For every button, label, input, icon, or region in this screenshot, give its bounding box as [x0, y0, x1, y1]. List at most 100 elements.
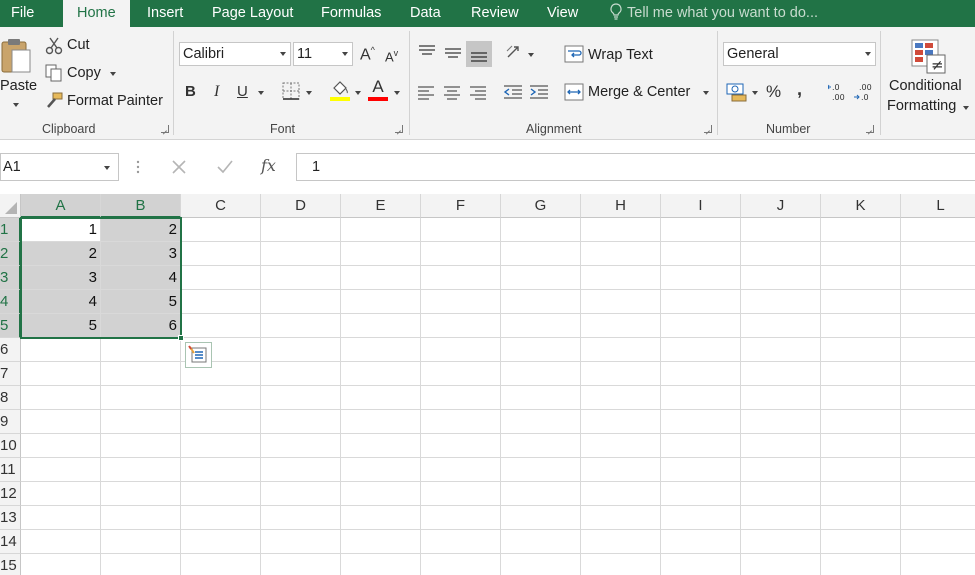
cell-j2[interactable]	[741, 242, 821, 266]
cell-j3[interactable]	[741, 266, 821, 290]
tell-me-search[interactable]: Tell me what you want to do...	[609, 0, 818, 27]
cell-g14[interactable]	[501, 530, 581, 554]
cell-d11[interactable]	[261, 458, 341, 482]
cell-h14[interactable]	[581, 530, 661, 554]
cell-a8[interactable]	[21, 386, 101, 410]
cell-b10[interactable]	[101, 434, 181, 458]
cell-a6[interactable]	[21, 338, 101, 362]
cell-d9[interactable]	[261, 410, 341, 434]
column-header[interactable]: H	[581, 194, 661, 218]
column-header[interactable]: K	[821, 194, 901, 218]
cell-a10[interactable]	[21, 434, 101, 458]
tab-page-layout[interactable]: Page Layout	[212, 0, 293, 27]
wrap-text-button[interactable]: Wrap Text	[588, 47, 653, 63]
grow-font-button[interactable]: A^	[360, 45, 375, 64]
worksheet-grid[interactable]: A B C D E F G H I J K L 1 1 2 2 2 3 3 3 4 4 4 5 5 5 6 6 7 8 9 10 11 12 13 1…	[0, 194, 975, 575]
column-header[interactable]: D	[261, 194, 341, 218]
confirm-entry-icon[interactable]	[216, 159, 234, 178]
cell-k13[interactable]	[821, 506, 901, 530]
cell-g1[interactable]	[501, 218, 581, 242]
row-header[interactable]: 8	[0, 386, 21, 410]
cell-d5[interactable]	[261, 314, 341, 338]
cell-f7[interactable]	[421, 362, 501, 386]
italic-button[interactable]: I	[214, 83, 219, 101]
cell-j15[interactable]	[741, 554, 821, 575]
accounting-format-icon[interactable]	[726, 81, 748, 106]
cell-i8[interactable]	[661, 386, 741, 410]
align-top-icon[interactable]	[417, 44, 437, 63]
quick-analysis-button[interactable]	[185, 342, 212, 368]
row-header[interactable]: 11	[0, 458, 21, 482]
borders-dropdown-icon[interactable]	[306, 91, 312, 95]
cell-e2[interactable]	[341, 242, 421, 266]
align-bottom-icon[interactable]	[466, 41, 492, 67]
cell-c4[interactable]	[181, 290, 261, 314]
cell-g2[interactable]	[501, 242, 581, 266]
decrease-decimal-icon[interactable]: .00.0	[853, 82, 873, 105]
cell-h8[interactable]	[581, 386, 661, 410]
bold-button[interactable]: B	[185, 83, 196, 100]
cell-i15[interactable]	[661, 554, 741, 575]
format-painter-button[interactable]: Format Painter	[67, 93, 163, 109]
cell-h15[interactable]	[581, 554, 661, 575]
insert-function-icon[interactable]: fx	[261, 156, 276, 175]
underline-button[interactable]: U	[237, 83, 248, 100]
cell-f2[interactable]	[421, 242, 501, 266]
cell-f4[interactable]	[421, 290, 501, 314]
cell-a5[interactable]: 5	[21, 314, 101, 338]
tab-insert[interactable]: Insert	[147, 0, 183, 27]
row-header[interactable]: 9	[0, 410, 21, 434]
cell-b2[interactable]: 3	[101, 242, 181, 266]
cell-e15[interactable]	[341, 554, 421, 575]
cell-d4[interactable]	[261, 290, 341, 314]
cell-l9[interactable]	[901, 410, 975, 434]
cell-a9[interactable]	[21, 410, 101, 434]
cell-a3[interactable]: 3	[21, 266, 101, 290]
cell-b9[interactable]	[101, 410, 181, 434]
cell-i4[interactable]	[661, 290, 741, 314]
cell-k5[interactable]	[821, 314, 901, 338]
alignment-launcher-icon[interactable]	[704, 125, 712, 133]
cell-b11[interactable]	[101, 458, 181, 482]
cell-a1[interactable]: 1	[21, 218, 101, 242]
row-header[interactable]: 5	[0, 314, 21, 338]
column-header[interactable]: L	[901, 194, 975, 218]
formula-input[interactable]: 1	[296, 153, 975, 181]
cell-b1[interactable]: 2	[101, 218, 181, 242]
column-header[interactable]: F	[421, 194, 501, 218]
cell-h10[interactable]	[581, 434, 661, 458]
cell-b8[interactable]	[101, 386, 181, 410]
cell-h1[interactable]	[581, 218, 661, 242]
cell-f5[interactable]	[421, 314, 501, 338]
cell-j6[interactable]	[741, 338, 821, 362]
merge-center-button[interactable]: Merge & Center	[588, 84, 690, 100]
cell-e12[interactable]	[341, 482, 421, 506]
align-middle-icon[interactable]	[443, 44, 463, 63]
cell-i11[interactable]	[661, 458, 741, 482]
cell-e4[interactable]	[341, 290, 421, 314]
decrease-indent-icon[interactable]	[503, 85, 523, 104]
cell-f15[interactable]	[421, 554, 501, 575]
cell-b7[interactable]	[101, 362, 181, 386]
column-header[interactable]: E	[341, 194, 421, 218]
row-header[interactable]: 4	[0, 290, 21, 314]
font-launcher-icon[interactable]	[395, 125, 403, 133]
cell-c1[interactable]	[181, 218, 261, 242]
cell-i7[interactable]	[661, 362, 741, 386]
cell-i9[interactable]	[661, 410, 741, 434]
tab-formulas[interactable]: Formulas	[321, 0, 381, 27]
cell-f8[interactable]	[421, 386, 501, 410]
font-color-dropdown-icon[interactable]	[394, 91, 400, 95]
tab-data[interactable]: Data	[410, 0, 441, 27]
cell-d8[interactable]	[261, 386, 341, 410]
borders-icon[interactable]	[282, 82, 300, 103]
cell-h6[interactable]	[581, 338, 661, 362]
row-header[interactable]: 13	[0, 506, 21, 530]
cell-h13[interactable]	[581, 506, 661, 530]
cell-g8[interactable]	[501, 386, 581, 410]
cell-k2[interactable]	[821, 242, 901, 266]
cell-g5[interactable]	[501, 314, 581, 338]
fill-color-dropdown-icon[interactable]	[355, 91, 361, 95]
column-header[interactable]: A	[21, 194, 101, 218]
number-format-combo[interactable]: General	[723, 42, 876, 66]
